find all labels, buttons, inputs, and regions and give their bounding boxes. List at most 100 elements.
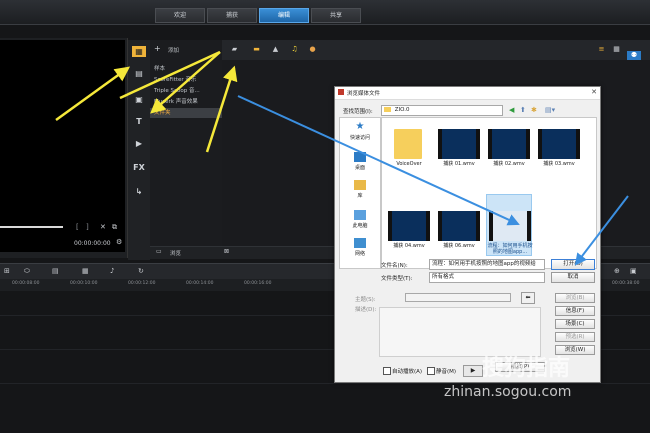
file-list[interactable]: VoiceOver 捕获 01.wmv 捕获 02.wmv 捕获 03.wmv … [381,117,597,269]
play-icon[interactable]: ▶ [463,365,483,377]
smart-proxy-icon[interactable]: ↻ [138,267,144,275]
video-filter-icon[interactable]: ▬ [252,45,261,54]
audio-mixer-icon[interactable]: ♪ [110,267,114,275]
chapter-icon[interactable]: ⬭ [24,267,30,276]
fit-icon[interactable]: ▣ [630,267,637,275]
video-thumbnail [488,129,530,159]
library-icon [354,180,366,190]
video-thumbnail [438,211,480,241]
lookin-label: 查找范围(I): [343,109,373,115]
tree-item-folder[interactable]: 文件夹 [150,108,224,118]
file-item-selected[interactable]: 流程：如何用手机按照的地图app... [486,194,533,256]
open-button[interactable]: 打开(O) [551,259,595,270]
browse-label[interactable]: 浏览 [170,249,181,257]
tree-item-scorefitter[interactable]: ScoreFitter 音乐 [154,75,196,85]
arrow-back-icon[interactable]: ⬅ [521,292,535,304]
ruler-label: 00:00:08:00 [12,281,40,286]
tab-share[interactable]: 共享 [311,8,361,23]
sort-icon[interactable]: ● [308,45,317,54]
tab-capture[interactable]: 捕获 [207,8,257,23]
mark-out-icon[interactable]: ] [86,223,89,231]
thumbnail-view-icon[interactable]: ▦ [612,45,621,54]
video-thumbnail [388,211,430,241]
ruler-label: 00:00:16:00 [244,281,272,286]
mute-checkbox[interactable] [427,367,435,375]
close-icon[interactable]: ✕ [591,88,597,96]
place-network[interactable]: 网络 [340,238,380,257]
app-icon [338,89,344,95]
file-item[interactable]: 捕获 02.wmv [486,126,532,176]
preselect-button[interactable]: 预选(R) [555,332,595,342]
subtitle-icon[interactable]: ▤ [52,267,59,275]
place-quick-access[interactable]: ★ 快速访问 [340,122,380,142]
filetype-select[interactable]: 所有格式 [429,272,545,283]
up-folder-icon[interactable]: ⬆ [520,106,526,114]
share-icon[interactable]: ⚉ [627,51,641,60]
browse-icon[interactable]: ▭ [156,248,162,255]
back-icon[interactable]: ◀ [509,106,514,114]
file-item[interactable]: 捕获 01.wmv [436,126,482,176]
ruler-label: 00:00:38:00 [612,281,640,286]
file-item[interactable]: 捕获 03.wmv [536,126,582,176]
place-label: 库 [357,193,363,199]
top-bar: 欢迎 捕获 编辑 共享 [0,0,650,25]
filter-icon[interactable]: FX [132,162,146,173]
collapse-icon[interactable]: ⊠ [224,248,229,255]
preview-timecode[interactable]: 00:00:00:00 [74,240,111,247]
preview-progress-bar[interactable] [0,226,63,228]
plus-icon[interactable]: + [154,44,161,53]
multicam-icon[interactable]: ▦ [82,267,89,275]
file-item[interactable]: 捕获 04.wmv [386,208,432,258]
file-item[interactable]: 捕获 06.wmv [436,208,482,258]
tool-column: ▦ ▤ ▣ T ▶ FX ↳ [128,40,150,260]
lookin-select[interactable]: ZIO.0 [381,105,503,116]
tab-edit[interactable]: 编辑 [259,8,309,23]
media-icon[interactable]: ▦ [132,46,146,57]
autoplay-label: 自动播放(A) [392,369,423,375]
tree-item-samples[interactable]: 样本 [154,64,165,74]
tab-welcome[interactable]: 欢迎 [155,8,205,23]
autoplay-checkbox[interactable] [383,367,391,375]
info-button[interactable]: 信息(F) [555,306,595,316]
split-icon[interactable]: ✕ [100,223,106,231]
mute-label: 静音(M) [436,369,457,375]
place-label: 快速访问 [349,135,370,141]
preview-screen[interactable] [0,40,125,252]
file-item[interactable]: VoiceOver [386,126,432,176]
filename-input[interactable]: 流程：如何用手机按照的地图app的视频给 [429,259,545,270]
dialog-title-bar: 浏览媒体文件 ✕ [335,87,600,100]
file-caption: 捕获 04.wmv [393,243,425,249]
tree-item-triple-scoop[interactable]: Triple Scoop 音... [154,86,200,96]
cancel-button[interactable]: 取消 [551,272,595,283]
title-icon[interactable]: T [132,116,146,127]
tree-item-muzerk[interactable]: Muzerk 声音效果 [154,97,198,107]
new-folder-icon[interactable]: ✱ [531,106,537,114]
place-library[interactable]: 库 [340,180,380,199]
browse-button[interactable]: 浏览(B) [555,293,595,303]
place-this-pc[interactable]: 此电脑 [340,210,380,229]
transition-icon[interactable]: ▣ [132,94,146,105]
video-thumbnail [538,129,580,159]
mark-in-icon[interactable]: [ [76,223,79,231]
place-desktop[interactable]: 桌面 [340,152,380,171]
scene-button[interactable]: 场景(C) [555,319,595,329]
copy-icon[interactable]: ⧉ [112,223,117,232]
library-tree: + 添加 样本 ScoreFitter 音乐 Triple Scoop 音...… [150,40,224,255]
instant-project-icon[interactable]: ▤ [132,68,146,79]
audio-filter-icon[interactable]: ♫ [290,45,299,54]
track-manager-icon[interactable]: ⊞ [4,267,10,275]
zoom-in-icon[interactable]: ⊕ [614,267,620,275]
view-menu-icon[interactable]: ▤▾ [545,106,555,114]
import-folder-icon[interactable]: ▰ [230,45,239,54]
file-caption: VoiceOver [396,161,422,167]
list-view-icon[interactable]: ≡ [597,45,606,54]
add-label[interactable]: 添加 [168,46,179,54]
video-thumbnail [489,211,531,241]
place-label: 网络 [354,251,365,257]
graphic-icon[interactable]: ▶ [132,138,146,149]
settings-icon[interactable]: ⚙ [116,238,122,246]
motion-path-icon[interactable]: ↳ [132,186,146,197]
lookin-value: ZIO.0 [394,107,410,113]
subject-input[interactable] [405,293,511,302]
photo-filter-icon[interactable]: ▲ [271,45,280,54]
